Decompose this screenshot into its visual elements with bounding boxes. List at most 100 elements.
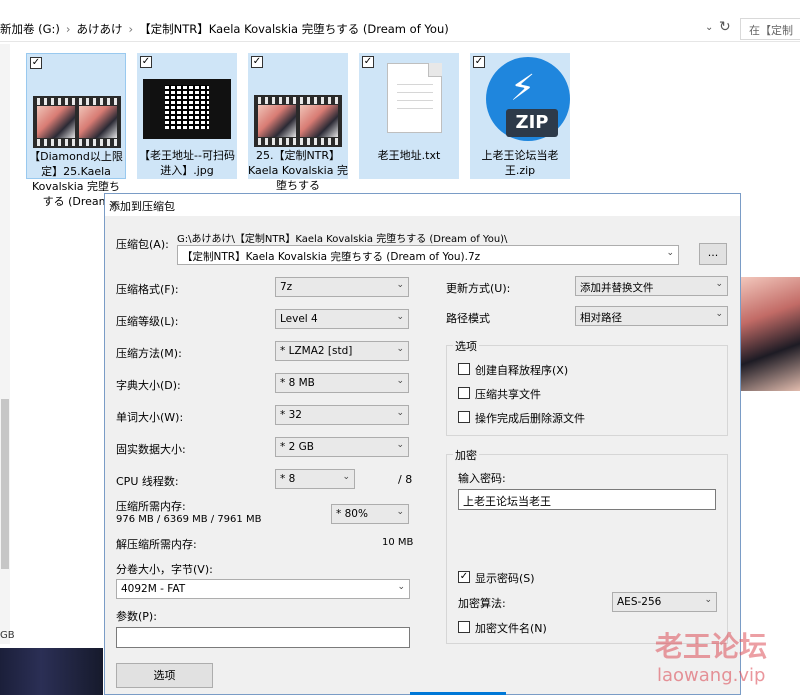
format-select[interactable]: 7z ⌄: [275, 277, 409, 297]
archive-name-combobox[interactable]: 【定制NTR】Kaela Kovalskia 完堕ちする (Dream of Y…: [177, 245, 679, 265]
word-label: 单词大小(W):: [116, 411, 184, 424]
sfx-checkbox[interactable]: [458, 363, 470, 375]
threads-label: CPU 线程数:: [116, 475, 179, 488]
file-name: 【老王地址--可扫码进入】.jpg: [139, 149, 235, 177]
nav-pane-scrollbar[interactable]: [0, 44, 10, 644]
format-value: 7z: [280, 281, 293, 293]
dict-label: 字典大小(D):: [116, 379, 181, 392]
checkbox-checked[interactable]: ✓: [30, 57, 42, 69]
dialog-titlebar[interactable]: 添加到压缩包 ✕: [105, 194, 740, 216]
split-label: 分卷大小，字节(V):: [116, 563, 213, 576]
scrollbar-thumb[interactable]: [1, 399, 9, 569]
threads-select[interactable]: * 8 ⌄: [275, 469, 355, 489]
status-size: GB: [0, 630, 15, 641]
shared-checkbox[interactable]: [458, 387, 470, 399]
mem-comp-detail: 976 MB / 6369 MB / 7961 MB: [116, 514, 262, 525]
dict-select[interactable]: * 8 MB ⌄: [275, 373, 409, 393]
method-label: 压缩方法(M):: [116, 347, 182, 360]
archive-dir: G:\あけあけ\【定制NTR】Kaela Kovalskia 完堕ちする (Dr…: [177, 234, 508, 245]
checkbox-checked[interactable]: ✓: [140, 56, 152, 68]
file-item[interactable]: ✓ ⚡ ZIP 上老王论坛当老王.zip: [470, 53, 570, 179]
params-input[interactable]: [116, 627, 410, 648]
chevron-down-icon: ⌄: [704, 595, 712, 605]
chevron-down-icon: ⌄: [396, 312, 404, 322]
options-button[interactable]: 选项: [116, 663, 213, 688]
delete-source-label[interactable]: 操作完成后删除源文件: [475, 410, 585, 426]
method-select[interactable]: * LZMA2 [std] ⌄: [275, 341, 409, 361]
options-group-title: 选项: [453, 338, 479, 354]
path-mode-select[interactable]: 相对路径 ⌄: [575, 306, 728, 326]
breadcrumb[interactable]: 新加卷 (G:) › あけあけ › 【定制NTR】Kaela Kovalskia 完堕ち…: [0, 21, 449, 37]
search-input[interactable]: 在【定制: [740, 18, 800, 40]
mem-decomp-value: 10 MB: [382, 537, 414, 548]
file-item[interactable]: ✓ 【老王地址--可扫码进入】.jpg: [137, 53, 237, 179]
breadcrumb-drive[interactable]: 新加卷 (G:): [0, 22, 60, 36]
shared-label[interactable]: 压缩共享文件: [475, 386, 541, 402]
dict-value: * 8 MB: [280, 377, 315, 389]
add-to-archive-dialog: 添加到压缩包 ✕ 压缩包(A): G:\あけあけ\【定制NTR】Kaela Ko…: [104, 193, 741, 695]
chevron-down-icon: ⌄: [396, 280, 404, 290]
chevron-right-icon: ›: [65, 22, 71, 36]
chevron-down-icon: ⌄: [396, 408, 404, 418]
encrypt-names-label[interactable]: 加密文件名(N): [475, 620, 547, 636]
chevron-down-icon: ⌄: [396, 440, 404, 450]
checkbox-checked[interactable]: ✓: [473, 56, 485, 68]
format-label: 压缩格式(F):: [116, 283, 179, 296]
split-value: 4092M - FAT: [121, 583, 186, 595]
chevron-down-icon: ⌄: [396, 376, 404, 386]
path-mode-value: 相对路径: [580, 312, 622, 324]
word-select[interactable]: * 32 ⌄: [275, 405, 409, 425]
update-select[interactable]: 添加并替换文件 ⌄: [575, 276, 728, 296]
level-value: Level 4: [280, 313, 318, 325]
split-combobox[interactable]: 4092M - FAT ⌄: [116, 579, 410, 599]
path-mode-label: 路径模式: [446, 312, 490, 325]
enc-method-label: 加密算法:: [458, 597, 506, 610]
mem-usage-value: * 80%: [336, 508, 368, 520]
show-password-label[interactable]: 显示密码(S): [475, 570, 535, 586]
encrypt-names-checkbox[interactable]: [458, 621, 470, 633]
enc-method-select[interactable]: AES-256 ⌄: [612, 592, 717, 612]
close-icon[interactable]: ✕: [109, 198, 730, 211]
mem-decomp-label: 解压缩所需内存:: [116, 538, 197, 551]
archive-name-value: 【定制NTR】Kaela Kovalskia 完堕ちする (Dream of Y…: [182, 251, 481, 263]
mem-usage-select[interactable]: * 80% ⌄: [331, 504, 409, 524]
browse-button[interactable]: ...: [699, 243, 727, 265]
refresh-icon[interactable]: ↻: [719, 19, 731, 35]
word-value: * 32: [280, 409, 302, 421]
text-document-icon: [365, 63, 453, 143]
password-value: 上老王论坛当老王: [463, 495, 551, 508]
encryption-group: 加密 输入密码: 上老王论坛当老王 ✓ 显示密码(S) 加密算法: AES-25…: [446, 447, 728, 644]
level-select[interactable]: Level 4 ⌄: [275, 309, 409, 329]
solid-select[interactable]: * 2 GB ⌄: [275, 437, 409, 457]
file-item[interactable]: ✓ 老王地址.txt: [359, 53, 459, 179]
chevron-down-icon[interactable]: ⌄: [666, 248, 674, 258]
lightning-icon: ⚡: [510, 68, 536, 109]
sfx-label[interactable]: 创建自释放程序(X): [475, 362, 568, 378]
breadcrumb-folder[interactable]: あけあけ: [77, 22, 123, 36]
threads-value: * 8: [280, 473, 296, 485]
file-item[interactable]: ✓ 25.【定制NTR】Kaela Kovalskia 完堕ちする: [248, 53, 348, 192]
archive-label: 压缩包(A):: [116, 238, 169, 251]
delete-source-checkbox[interactable]: [458, 411, 470, 423]
show-password-checkbox[interactable]: ✓: [458, 571, 470, 583]
checkbox-checked[interactable]: ✓: [362, 56, 374, 68]
breadcrumb-current[interactable]: 【定制NTR】Kaela Kovalskia 完堕ちする (Dream of Y…: [139, 22, 449, 36]
zip-badge: ZIP: [506, 109, 558, 137]
search-placeholder: 在【定制: [749, 24, 793, 37]
chevron-down-icon[interactable]: ⌄: [397, 582, 405, 592]
chevron-down-icon[interactable]: ⌄: [705, 22, 713, 33]
chevron-down-icon: ⌄: [715, 279, 723, 289]
options-group: 选项 创建自释放程序(X) 压缩共享文件 操作完成后删除源文件: [446, 338, 728, 436]
background-image: [740, 277, 800, 391]
solid-value: * 2 GB: [280, 441, 314, 453]
chevron-down-icon: ⌄: [715, 309, 723, 319]
password-input[interactable]: 上老王论坛当老王: [458, 489, 716, 510]
password-label: 输入密码:: [458, 472, 506, 485]
address-bar[interactable]: 新加卷 (G:) › あけあけ › 【定制NTR】Kaela Kovalskia 完堕ち…: [0, 16, 800, 42]
params-label: 参数(P):: [116, 610, 157, 623]
update-value: 添加并替换文件: [580, 282, 654, 294]
background-image: [0, 648, 103, 695]
checkbox-checked[interactable]: ✓: [251, 56, 263, 68]
video-thumbnail: [254, 95, 342, 147]
file-item[interactable]: ✓ 【Diamond以上限定】25.Kaela Kovalskia 完堕ちする …: [26, 53, 126, 208]
